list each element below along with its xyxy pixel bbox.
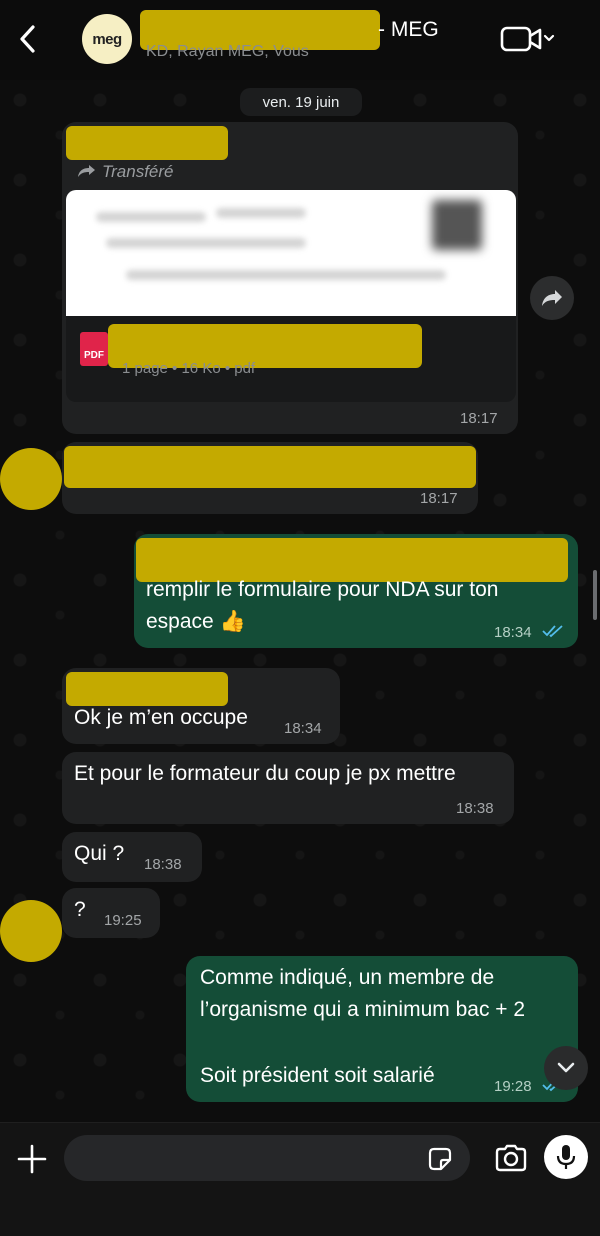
message-text: Qui ?: [74, 842, 125, 865]
pdf-file-icon: PDF: [80, 332, 108, 366]
share-arrow-icon: [542, 290, 562, 306]
forwarded-text: Transféré: [102, 162, 174, 181]
composer-bar: [0, 1122, 600, 1236]
avatar-logo-text: meg: [92, 30, 122, 48]
message-text-line1: Comme indiqué, un membre de: [200, 966, 495, 989]
group-title-suffix[interactable]: - MEG: [378, 18, 439, 42]
document-preview[interactable]: [66, 190, 516, 316]
sender-avatar[interactable]: [0, 448, 62, 510]
message-time: 18:34: [494, 624, 532, 641]
message-text: ?: [74, 898, 86, 921]
plus-icon: [17, 1144, 47, 1174]
incoming-message[interactable]: Qui ? 18:38: [62, 832, 202, 882]
scroll-to-bottom-button[interactable]: [544, 1046, 588, 1090]
forward-button[interactable]: [530, 276, 574, 320]
chat-header: meg - MEG KD, Rayan MEG, Vous: [0, 0, 600, 80]
read-ticks-icon: [542, 625, 563, 638]
camera-icon: [495, 1144, 527, 1172]
outgoing-message[interactable]: remplir le formulaire pour NDA sur ton e…: [134, 534, 578, 648]
redacted-sender-name: [66, 672, 228, 706]
message-text-line3: Soit président soit salarié: [200, 1064, 435, 1087]
sticker-button[interactable]: [426, 1145, 454, 1173]
document-metadata: 1 page • 16 Ko • pdf: [122, 360, 256, 377]
message-time: 18:17: [420, 490, 458, 507]
camera-button[interactable]: [494, 1143, 528, 1173]
attach-button[interactable]: [14, 1141, 50, 1177]
incoming-message[interactable]: Ok je m’en occupe 18:34: [62, 668, 340, 744]
message-time: 19:25: [104, 912, 142, 929]
chevron-down-icon: [543, 34, 555, 42]
message-input[interactable]: [64, 1135, 470, 1181]
incoming-message[interactable]: 18:17: [62, 442, 478, 514]
message-time: 18:38: [456, 800, 494, 817]
date-separator: ven. 19 juin: [240, 88, 362, 116]
scrollbar-thumb[interactable]: [593, 570, 597, 620]
sticker-icon: [428, 1147, 452, 1171]
message-text: Et pour le formateur du coup je px mettr…: [74, 762, 456, 785]
sender-avatar[interactable]: [0, 900, 62, 962]
video-camera-icon: [500, 26, 555, 52]
redacted-message-text: [64, 446, 476, 488]
message-text: Ok je m’en occupe: [74, 706, 248, 729]
outgoing-message[interactable]: Comme indiqué, un membre de l’organisme …: [186, 956, 578, 1102]
redacted-message-text: [136, 538, 568, 582]
redacted-sender-name: [66, 126, 228, 160]
message-text-line2: espace 👍: [146, 610, 246, 633]
back-button[interactable]: [14, 22, 42, 56]
message-time: 18:34: [284, 720, 322, 737]
message-time: 18:17: [460, 410, 498, 427]
message-text-line2: l’organisme qui a minimum bac + 2: [200, 998, 526, 1021]
microphone-icon: [556, 1145, 576, 1169]
message-text-line1: remplir le formulaire pour NDA sur ton: [146, 578, 499, 601]
video-call-button[interactable]: [500, 24, 560, 54]
forwarded-document-message[interactable]: Transféré PDF 1 page • 16 Ko • pdf 18:17: [62, 122, 518, 434]
voice-message-button[interactable]: [544, 1135, 588, 1179]
incoming-message[interactable]: Et pour le formateur du coup je px mettr…: [62, 752, 514, 824]
chevron-down-icon: [557, 1062, 575, 1073]
forwarded-label: Transféré: [76, 162, 174, 182]
group-avatar[interactable]: meg: [82, 14, 132, 64]
incoming-message[interactable]: ? 19:25: [62, 888, 160, 938]
message-time: 18:38: [144, 856, 182, 873]
chevron-left-icon: [20, 25, 35, 53]
group-members[interactable]: KD, Rayan MEG, Vous: [146, 43, 309, 61]
message-time: 19:28: [494, 1078, 532, 1095]
forward-arrow-icon: [78, 165, 95, 177]
document-info[interactable]: PDF 1 page • 16 Ko • pdf: [66, 316, 516, 402]
